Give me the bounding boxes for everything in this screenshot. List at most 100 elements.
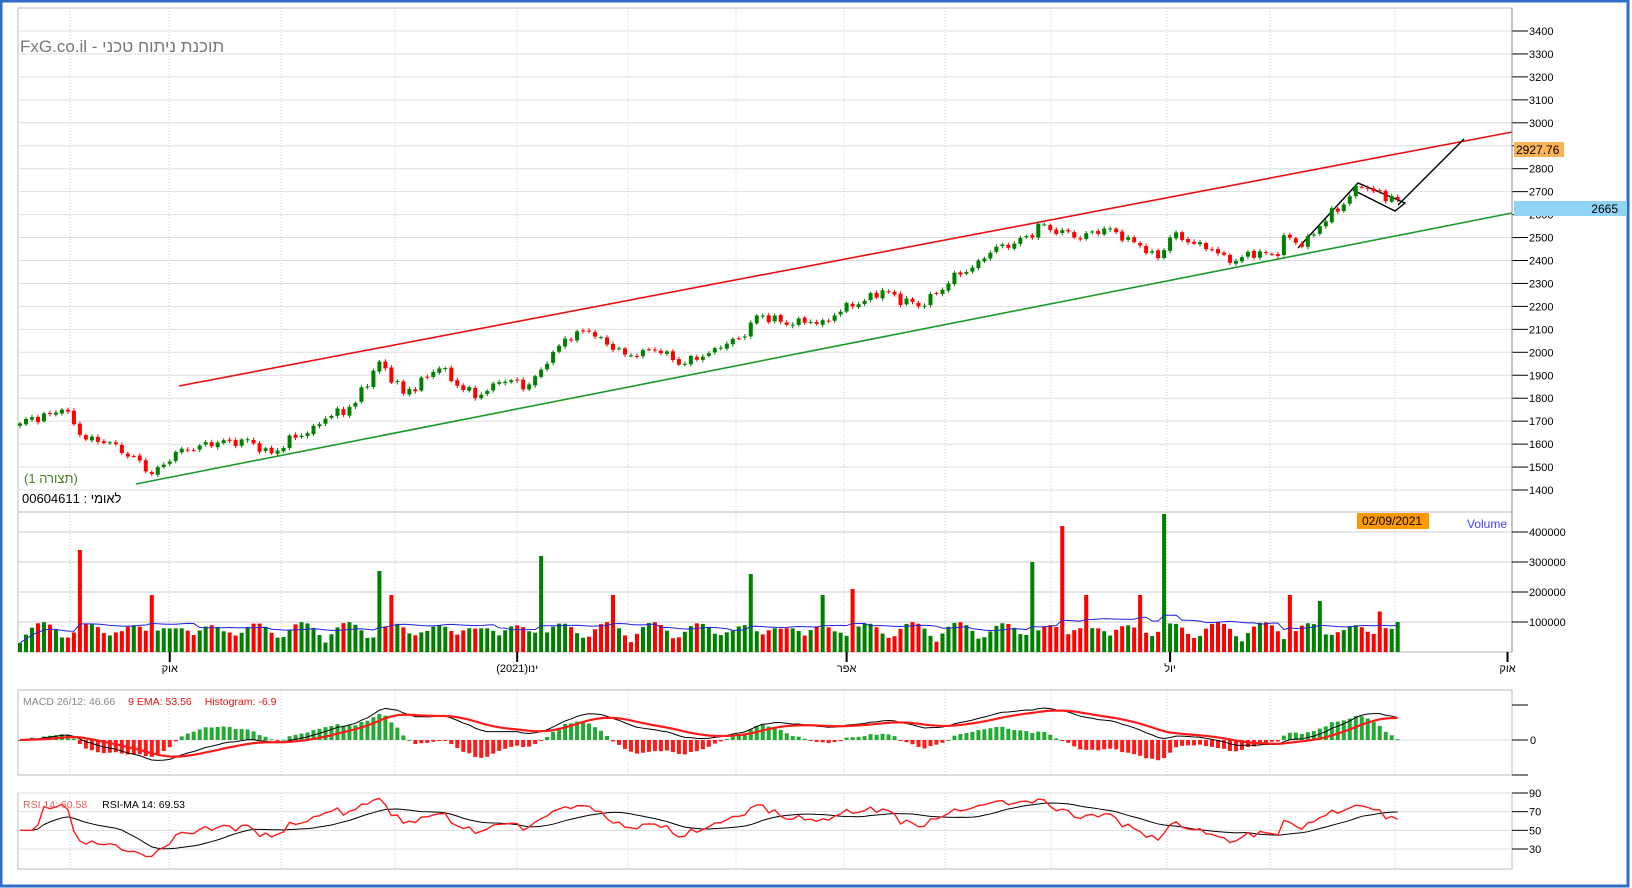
chart-title: FxG.co.il - תוכנת ניתוח טכני (20, 37, 224, 56)
macd-histogram-bar (1138, 740, 1143, 756)
candle-up (796, 318, 801, 325)
volume-bar (47, 624, 52, 652)
macd-histogram-bar (826, 740, 831, 744)
candle-down (425, 376, 430, 378)
candle-up (59, 409, 64, 414)
candle-down (670, 351, 675, 361)
macd-histogram-bar (874, 734, 879, 740)
candle-up (419, 377, 424, 391)
candle-up (1305, 236, 1310, 247)
candle-up (575, 331, 580, 341)
macd-histogram-bar (527, 740, 532, 747)
candle-down (622, 348, 627, 355)
macd-histogram-bar (808, 740, 813, 741)
macd-histogram-bar (1108, 740, 1113, 749)
volume-bar (1383, 628, 1388, 652)
volume-bar (1054, 627, 1059, 652)
candle-up (563, 338, 568, 347)
volume-bar (922, 628, 927, 652)
volume-bar (946, 626, 951, 652)
candle-up (311, 425, 316, 435)
candle-down (101, 441, 106, 444)
candle-down (1251, 250, 1256, 258)
price-tick-label: 1700 (1529, 416, 1553, 428)
macd-histogram-bar (1078, 740, 1083, 750)
candle-down (413, 389, 418, 392)
candle-up (53, 412, 58, 415)
macd-histogram-bar (221, 726, 226, 740)
macd-histogram-bar (802, 738, 807, 740)
candle-down (1156, 250, 1161, 259)
volume-bar (634, 633, 639, 652)
candle-down (83, 435, 88, 440)
macd-histogram-bar (227, 726, 232, 740)
candle-down (1275, 254, 1280, 256)
price-tick-label: 2500 (1529, 233, 1553, 245)
ema-value: 9 EMA: 53.56 (128, 696, 192, 708)
volume-bar (1102, 631, 1107, 652)
candle-down (1120, 231, 1125, 241)
volume-bar (688, 626, 693, 652)
macd-histogram-bar (581, 721, 586, 740)
candle-up (1174, 232, 1179, 239)
candle-up (89, 436, 94, 441)
macd-histogram-bar (287, 736, 292, 740)
macd-histogram-bar (377, 714, 382, 740)
candle-up (479, 394, 484, 399)
macd-histogram-bar (1377, 725, 1382, 740)
candle-up (856, 304, 861, 308)
candle-down (814, 322, 819, 324)
volume-bar (593, 629, 598, 652)
volume-bar (814, 626, 819, 652)
candle-up (557, 345, 562, 352)
volume-bar (826, 627, 831, 652)
candle-down (1299, 243, 1304, 247)
macd-histogram-bar (1329, 722, 1334, 740)
macd-histogram-bar (724, 738, 729, 740)
volume-bar (533, 632, 538, 652)
volume-tick-label: 300000 (1529, 557, 1566, 569)
macd-histogram-bar (443, 740, 448, 741)
macd-histogram-bar (185, 733, 190, 740)
candle-up (1239, 257, 1244, 262)
volume-bar (395, 623, 400, 652)
volume-bar (227, 632, 232, 652)
macd-histogram-bar (646, 740, 651, 752)
macd-value: MACD 26/12: 46.66 (23, 696, 115, 708)
volume-bar (1018, 634, 1023, 652)
candle-up (832, 315, 837, 321)
macd-histogram-bar (179, 736, 184, 740)
volume-bar (1072, 630, 1077, 652)
volume-bar (221, 631, 226, 652)
candle-up (18, 423, 22, 426)
macd-histogram-bar (365, 720, 370, 740)
volume-bar (281, 637, 286, 652)
candle-up (1018, 237, 1023, 244)
macd-histogram-bar (790, 736, 795, 740)
candle-up (407, 388, 412, 395)
volume-bar (1341, 630, 1346, 652)
volume-bar (293, 624, 298, 652)
macd-histogram-bar (539, 740, 544, 741)
macd-histogram-bar (353, 725, 358, 740)
candle-down (958, 272, 963, 275)
macd-histogram-bar (1048, 734, 1053, 740)
macd-histogram-bar (1090, 740, 1095, 750)
macd-histogram-bar (461, 740, 466, 752)
candle-down (850, 303, 855, 307)
macd-histogram-bar (706, 740, 711, 747)
candle-up (928, 293, 933, 306)
volume-bar (640, 627, 645, 652)
price-tick-label: 3100 (1529, 95, 1553, 107)
candle-up (527, 384, 532, 390)
candle-up (167, 461, 172, 464)
volume-bar (599, 624, 604, 652)
volume-bar (191, 635, 196, 652)
candle-down (736, 338, 741, 340)
volume-bar (1198, 635, 1203, 652)
candle-up (539, 369, 544, 377)
candle-up (682, 363, 687, 365)
volume-bar (35, 623, 40, 652)
volume-bar (485, 628, 490, 652)
macd-histogram-bar (832, 740, 837, 743)
